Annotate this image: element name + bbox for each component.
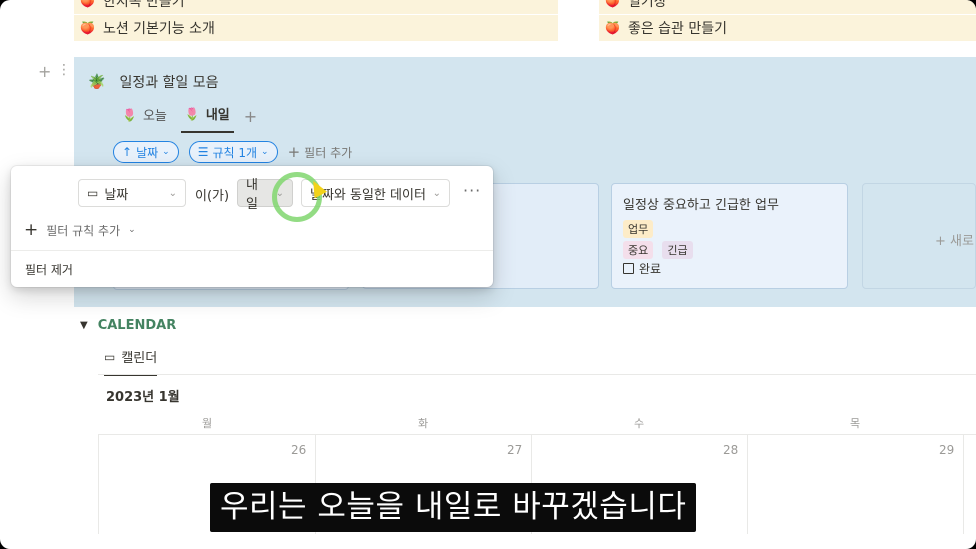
page-link-notion-basics[interactable]: 🍑 노션 기본기능 소개: [74, 15, 558, 41]
add-view-icon[interactable]: +: [244, 107, 257, 126]
calendar-icon: ▭: [104, 349, 116, 364]
chevron-down-icon: ⌄: [261, 147, 269, 157]
page-link-label: 좋은 습관 만들기: [627, 21, 728, 37]
done-checkbox-row[interactable]: 완료: [623, 260, 661, 277]
peach-icon: 🍑: [80, 21, 95, 35]
app-frame: 🍑 한지옥 만들기 🍑 노션 기본기능 소개 🍑 일기장 🍑 좋은 습관 만들기…: [0, 0, 976, 549]
page-link-partial-left[interactable]: 🍑 한지옥 만들기: [74, 0, 558, 14]
tulip-icon: 🌷: [122, 107, 137, 122]
calendar-icon: ▭: [87, 186, 99, 200]
view-tabs-divider: [98, 374, 976, 375]
peach-icon: 🍑: [605, 0, 620, 8]
chevron-down-icon: ⌄: [162, 147, 170, 157]
weekday-label: 화: [417, 417, 429, 430]
calendar-grid-line: [98, 434, 99, 534]
card-tags-row: 중요 긴급: [623, 239, 697, 259]
add-filter-rule-button[interactable]: + 필터 규칙 추가 ⌄: [24, 220, 136, 240]
popup-divider: [11, 250, 493, 251]
chevron-down-icon: ⌄: [168, 187, 177, 199]
plus-icon: +: [24, 220, 39, 240]
plant-icon: 🪴: [88, 74, 106, 90]
page-link-label: 노션 기본기능 소개: [102, 21, 215, 37]
plus-icon: +: [935, 234, 951, 249]
database-title[interactable]: 🪴 일정과 할일 모음: [88, 72, 219, 92]
filter-bar: ↑ 날짜 ⌄ ☰ 규칙 1개 ⌄ + 필터 추가: [113, 141, 352, 163]
weekday-label: 수: [633, 417, 645, 430]
page-link-partial-right[interactable]: 🍑 일기장: [599, 0, 976, 14]
calendar-grid-line: [747, 434, 748, 534]
calendar-day-cell[interactable]: 29: [939, 443, 954, 457]
peach-icon: 🍑: [80, 0, 95, 8]
database-view-tabs: 🌷 오늘 🌷 내일 +: [118, 100, 257, 133]
chevron-down-icon: ⌄: [432, 187, 441, 199]
add-block-icon[interactable]: +: [38, 62, 51, 81]
triangle-down-icon: ▼: [80, 320, 88, 331]
tab-today[interactable]: 🌷 오늘: [118, 101, 171, 132]
page-link-good-habits[interactable]: 🍑 좋은 습관 만들기: [599, 15, 976, 41]
page-link-label: 일기장: [627, 0, 667, 10]
board-card-urgent-task[interactable]: 일정상 중요하고 긴급한 업무 업무 중요 긴급 완료: [611, 183, 848, 289]
calendar-toggle-heading[interactable]: ▼ CALENDAR: [80, 318, 176, 333]
filter-lines-icon: ☰: [197, 145, 209, 159]
filter-field-select[interactable]: ▭ 날짜 ⌄: [78, 179, 186, 207]
tab-tomorrow[interactable]: 🌷 내일: [180, 100, 234, 133]
calendar-day-cell[interactable]: 27: [507, 443, 522, 457]
calendar-day-cell[interactable]: 28: [723, 443, 738, 457]
card-tags-row: 업무: [623, 218, 657, 238]
calendar-day-cell[interactable]: 26: [291, 443, 306, 457]
filter-popup: ▭ 날짜 ⌄ 이(가) 내일 ⌄ 날짜와 동일한 데이터 ⌄ ··· + 필터 …: [11, 166, 493, 287]
tulip-icon: 🌷: [184, 106, 200, 121]
checkbox-icon[interactable]: [623, 263, 634, 274]
more-options-icon[interactable]: ···: [463, 181, 481, 200]
sort-pill-date[interactable]: ↑ 날짜 ⌄: [113, 141, 179, 163]
calendar-month: 2023년 1월: [106, 390, 180, 405]
arrow-up-icon: ↑: [122, 145, 133, 159]
tag-work: 업무: [623, 220, 654, 238]
video-subtitle: 우리는 오늘을 내일로 바꾸겠습니다: [210, 483, 697, 532]
filter-is-label: 이(가): [195, 189, 230, 204]
rule-pill[interactable]: ☰ 규칙 1개 ⌄: [188, 141, 278, 163]
weekday-label: 월: [201, 417, 213, 430]
card-title: 일정상 중요하고 긴급한 업무: [623, 198, 779, 213]
plus-icon: +: [287, 143, 301, 161]
tag-important: 중요: [623, 241, 654, 259]
new-card-button[interactable]: + 새로: [862, 183, 976, 289]
tag-urgent: 긴급: [662, 241, 693, 259]
peach-icon: 🍑: [605, 21, 620, 35]
add-filter-button[interactable]: + 필터 추가: [288, 143, 353, 161]
remove-filter-button[interactable]: 필터 제거: [25, 261, 73, 278]
page-link-label: 한지옥 만들기: [102, 0, 185, 10]
tab-calendar-view[interactable]: ▭ 캘린더: [104, 347, 158, 376]
calendar-grid-top: [98, 434, 976, 435]
chevron-down-icon: ⌄: [128, 225, 136, 235]
weekday-label: 목: [849, 417, 861, 430]
calendar-grid-line: [963, 434, 964, 534]
